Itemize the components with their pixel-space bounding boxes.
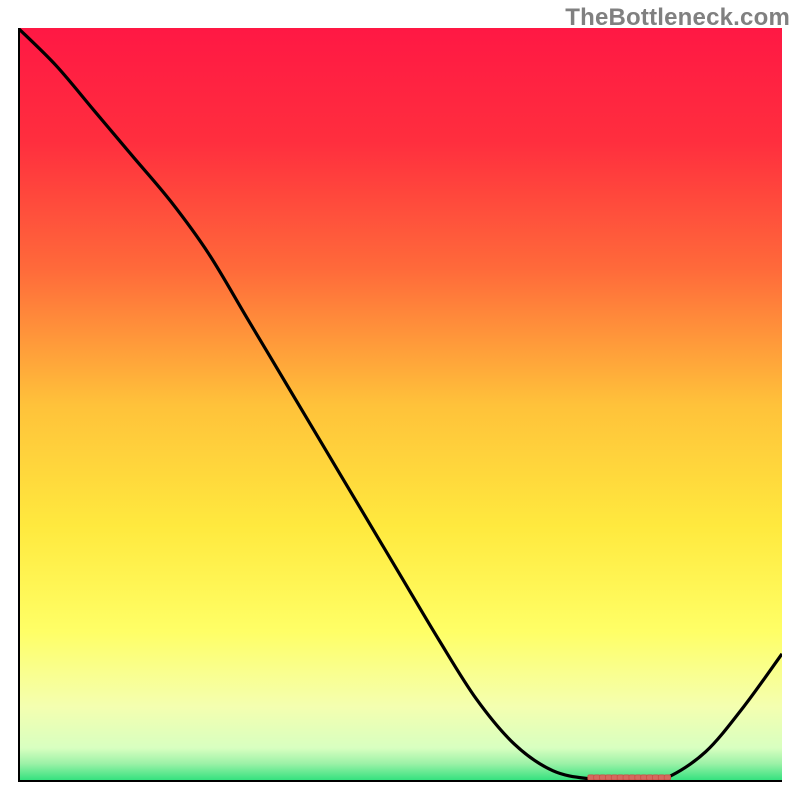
optimum-marker-dot <box>594 775 600 780</box>
optimum-marker-dot <box>629 775 635 780</box>
optimum-marker-dot <box>641 775 647 780</box>
optimum-marker-dot <box>600 775 606 780</box>
optimum-marker-dot <box>664 775 670 780</box>
chart-svg <box>18 28 782 782</box>
optimum-marker-dot <box>647 775 653 780</box>
optimum-marker-dot <box>611 775 617 780</box>
watermark-text: TheBottleneck.com <box>565 4 790 32</box>
gradient-background <box>18 28 782 782</box>
optimum-marker-dot <box>652 775 658 780</box>
chart-container <box>18 28 782 782</box>
optimum-marker-dot <box>658 775 664 780</box>
optimum-marker-dot <box>623 775 629 780</box>
optimum-marker <box>588 775 671 780</box>
optimum-marker-dot <box>617 775 623 780</box>
optimum-marker-dot <box>635 775 641 780</box>
optimum-marker-dot <box>605 775 611 780</box>
optimum-marker-dot <box>588 775 594 780</box>
